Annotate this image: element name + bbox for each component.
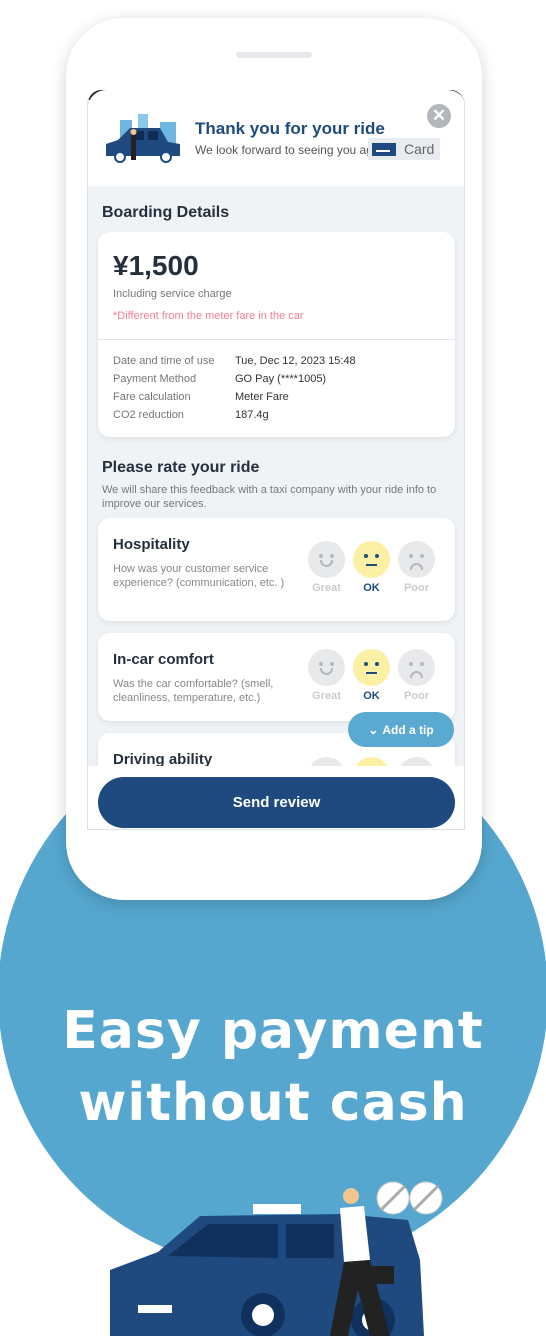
rating-card-hospitality: Hospitality How was your customer servic… bbox=[98, 518, 455, 621]
credit-card-icon bbox=[372, 142, 396, 156]
neutral-face-icon bbox=[353, 649, 390, 686]
detail-value: 187.4g bbox=[235, 409, 269, 421]
rating-card-comfort: In-car comfort Was the car comfortable? … bbox=[98, 633, 455, 721]
rating-option-label: Poor bbox=[403, 582, 430, 594]
add-tip-label: Add a tip bbox=[382, 722, 434, 737]
service-charge-note: Including service charge bbox=[113, 288, 232, 300]
smile-face-icon bbox=[308, 541, 345, 578]
app-screen: Thank you for your ride We look forward … bbox=[87, 90, 465, 830]
rating-option-label: Poor bbox=[403, 690, 430, 702]
detail-row: Date and time of use Tue, Dec 12, 2023 15… bbox=[113, 352, 356, 370]
boarding-details-title: Boarding Details bbox=[102, 204, 230, 221]
promo-text: Easy payment without cash bbox=[0, 995, 546, 1139]
detail-label: Payment Method bbox=[113, 373, 197, 385]
neutral-face-icon bbox=[353, 541, 390, 578]
frown-face-icon bbox=[398, 541, 435, 578]
rating-great[interactable]: Great bbox=[308, 541, 345, 594]
rating-poor[interactable]: Poor bbox=[398, 541, 435, 594]
send-review-button[interactable]: Send review bbox=[98, 777, 455, 828]
meter-difference-note: *Different from the meter fare in the ca… bbox=[113, 310, 304, 322]
rating-description: Was the car comfortable? (smell, cleanli… bbox=[113, 678, 274, 704]
rating-description: How was your customer service experience… bbox=[113, 563, 285, 589]
rate-subtitle: We will share this feedback with a taxi … bbox=[102, 484, 437, 510]
add-tip-button[interactable]: ⌄ Add a tip bbox=[348, 712, 454, 747]
rating-option-label: Great bbox=[312, 582, 341, 594]
detail-row: Fare calculation Meter Fare bbox=[113, 388, 356, 406]
smile-face-icon bbox=[308, 649, 345, 686]
rating-option-label: OK bbox=[363, 582, 380, 594]
detail-label: CO2 reduction bbox=[113, 409, 184, 421]
frown-face-icon bbox=[398, 649, 435, 686]
thanks-header: Thank you for your ride We look forward … bbox=[88, 90, 464, 186]
thanks-subtitle: We look forward to seeing you again bbox=[195, 143, 370, 157]
rating-ok[interactable]: OK bbox=[353, 541, 390, 594]
fare-price: ¥1,500 bbox=[113, 250, 199, 281]
fare-card: ¥1,500 Including service charge *Differe… bbox=[98, 232, 455, 437]
card-label: Card bbox=[404, 141, 435, 157]
rating-great[interactable]: Great bbox=[308, 649, 345, 702]
card-badge: Card bbox=[368, 138, 440, 160]
thanks-title: Thank you for your ride bbox=[195, 119, 385, 138]
rating-poor[interactable]: Poor bbox=[398, 649, 435, 702]
promo-line-2: without cash bbox=[78, 1073, 468, 1133]
phone-frame: Thank you for your ride We look forward … bbox=[66, 18, 482, 900]
taxi-illustration-icon bbox=[106, 114, 180, 163]
rating-ok[interactable]: OK bbox=[353, 649, 390, 702]
rating-option-label: OK bbox=[363, 690, 380, 702]
chevron-down-icon: ⌄ bbox=[368, 722, 379, 737]
promo-line-1: Easy payment bbox=[62, 1001, 484, 1061]
rating-option-label: Great bbox=[312, 690, 341, 702]
rate-title: Please rate your ride bbox=[102, 459, 260, 476]
detail-label: Date and time of use bbox=[113, 355, 215, 367]
taxi-driver-illustration-icon bbox=[110, 1181, 443, 1336]
detail-row: Payment Method GO Pay (****1005) bbox=[113, 370, 356, 388]
phone-speaker bbox=[236, 52, 312, 58]
detail-row: CO2 reduction 187.4g bbox=[113, 406, 356, 424]
rating-title: In-car comfort bbox=[113, 651, 214, 668]
close-icon[interactable]: ✕ bbox=[427, 104, 451, 128]
detail-value: GO Pay (****1005) bbox=[235, 373, 327, 385]
detail-label: Fare calculation bbox=[113, 391, 191, 403]
rating-title: Hospitality bbox=[113, 536, 190, 553]
divider bbox=[98, 339, 455, 340]
detail-value: Meter Fare bbox=[235, 391, 289, 403]
detail-value: Tue, Dec 12, 2023 15:48 bbox=[235, 355, 356, 367]
